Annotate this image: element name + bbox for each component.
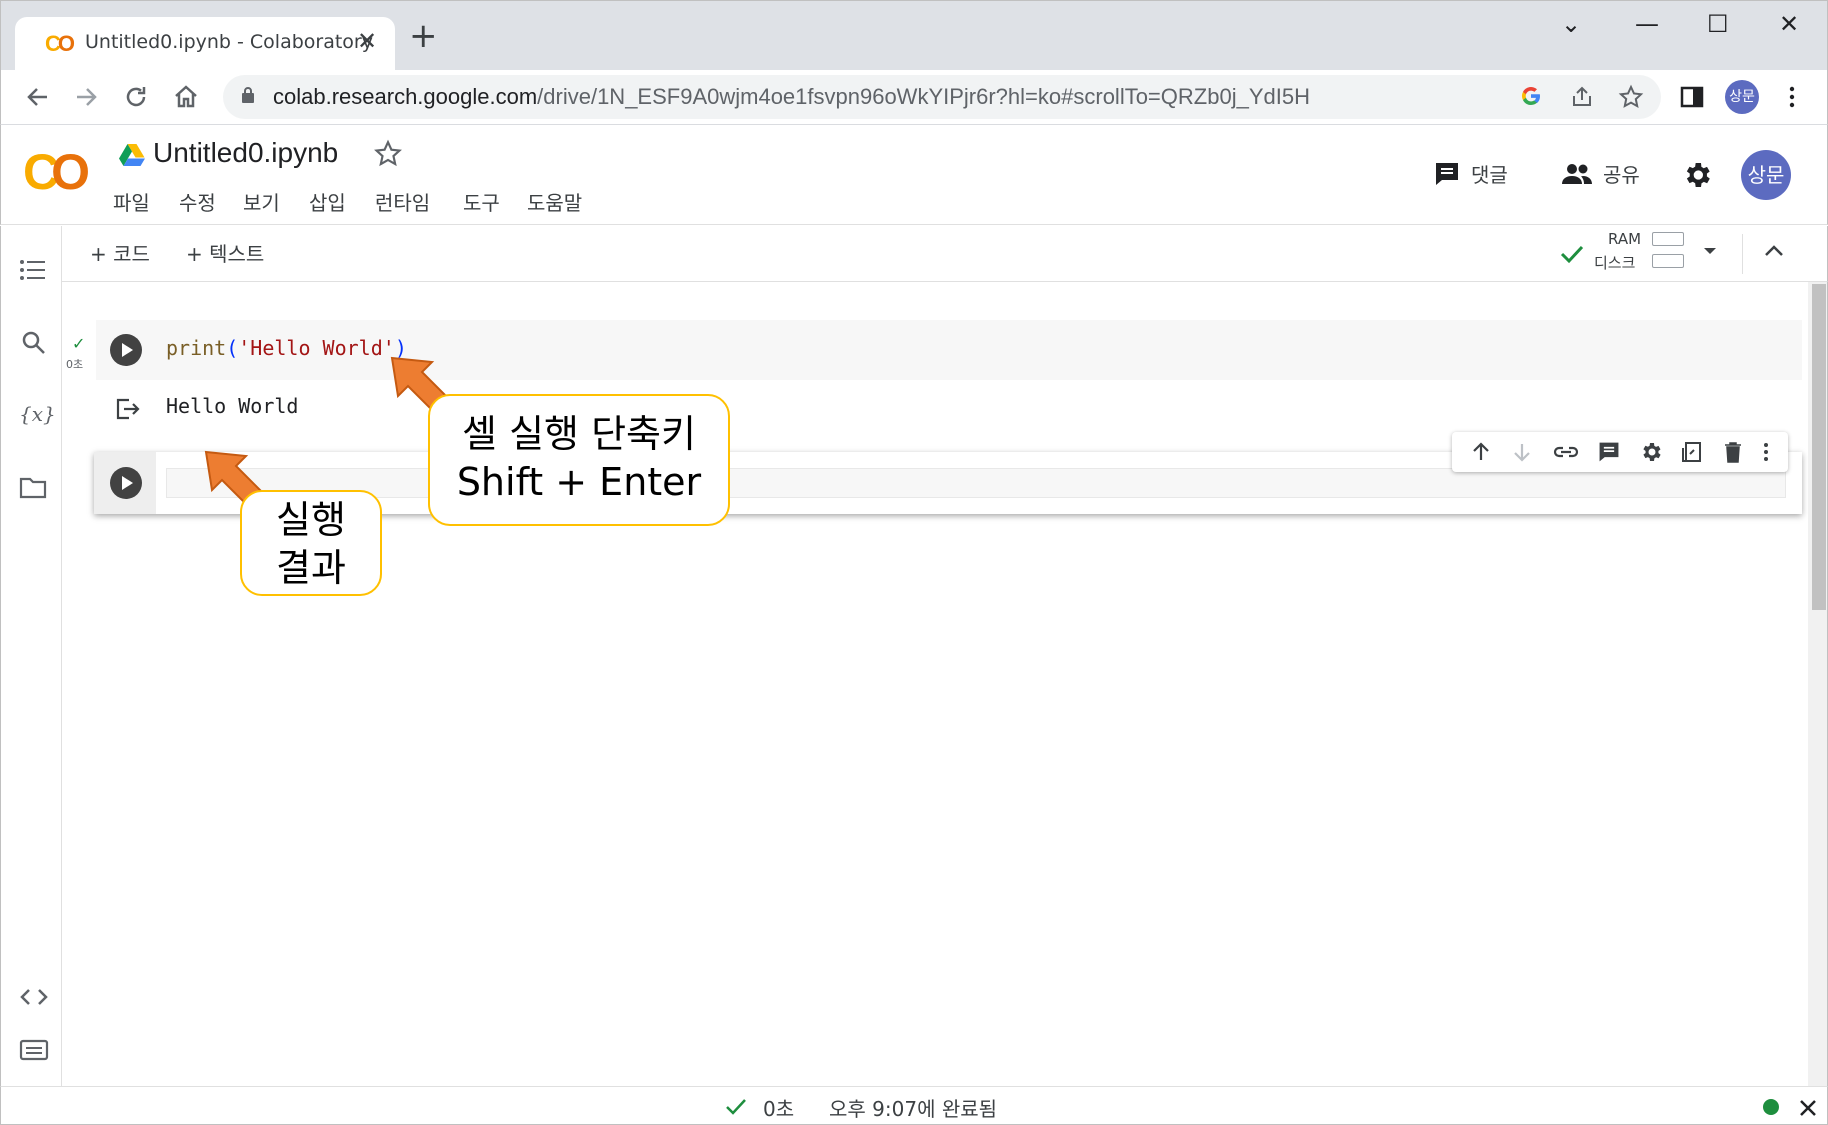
minimize-button[interactable]: — (1635, 9, 1659, 39)
connection-status-dot[interactable] (1763, 1099, 1779, 1115)
menu-help[interactable]: 도움말 (527, 187, 582, 216)
status-bar: 0초 오후 9:07에 완료됨 (0, 1086, 1828, 1125)
empty-code-editor[interactable] (166, 468, 1786, 498)
connected-check-icon[interactable] (1558, 240, 1586, 268)
comment-label: 댓글 (1471, 163, 1508, 187)
terminal-icon[interactable] (19, 1038, 49, 1062)
move-cell-down-icon[interactable] (1510, 440, 1534, 464)
comment-button[interactable]: 댓글 (1433, 159, 1508, 188)
left-sidebar: {x} (0, 226, 62, 1086)
menu-file[interactable]: 파일 (113, 187, 150, 216)
delete-cell-icon[interactable] (1722, 440, 1744, 464)
link-icon[interactable] (1552, 440, 1580, 464)
tab-close-icon[interactable]: ✕ (357, 27, 377, 55)
status-duration: 0초 (763, 1097, 795, 1121)
menu-edit[interactable]: 수정 (179, 187, 216, 216)
table-of-contents-icon[interactable] (19, 258, 47, 282)
execution-check-icon: ✓ (72, 334, 86, 353)
cell-action-toolbar (1452, 432, 1788, 472)
menu-tools[interactable]: 도구 (463, 187, 500, 216)
runtime-dropdown-icon[interactable] (1702, 246, 1718, 256)
code-snippets-icon[interactable] (19, 986, 49, 1008)
toolbar-divider (1742, 234, 1743, 274)
status-completed[interactable]: 오후 9:07에 완료됨 (829, 1093, 997, 1122)
forward-icon[interactable] (71, 82, 101, 112)
files-folder-icon[interactable] (19, 476, 47, 500)
run-cell-button[interactable] (110, 467, 142, 499)
move-cell-up-icon[interactable] (1469, 440, 1493, 464)
address-bar[interactable]: colab.research.google.com/drive/1N_ESF9A… (223, 75, 1661, 119)
more-actions-icon[interactable] (1761, 440, 1771, 464)
ram-meter[interactable] (1652, 232, 1684, 246)
cell-settings-icon[interactable] (1639, 440, 1663, 464)
colab-header: CO Untitled0.ipynb 파일 수정 보기 삽입 런타임 도구 도움… (0, 125, 1828, 225)
mirror-cell-icon[interactable] (1680, 440, 1704, 464)
home-icon[interactable] (171, 82, 201, 112)
settings-gear-icon[interactable] (1681, 159, 1713, 191)
search-icon[interactable] (21, 330, 47, 356)
account-avatar[interactable]: 상문 (1741, 150, 1791, 200)
menu-insert[interactable]: 삽입 (309, 187, 346, 216)
share-page-icon[interactable] (1569, 84, 1595, 110)
new-tab-button[interactable]: + (409, 19, 438, 53)
browser-tab-strip: CO Untitled0.ipynb - Colaboratory ✕ + ⌄ … (0, 0, 1828, 71)
execution-time: 0초 (66, 358, 84, 371)
code-editor-line[interactable]: print('Hello World') (166, 336, 407, 360)
ram-label: RAM (1608, 230, 1642, 248)
google-drive-icon[interactable] (119, 143, 145, 167)
url-text[interactable]: colab.research.google.com/drive/1N_ESF9A… (273, 84, 1310, 110)
status-close-icon[interactable] (1799, 1099, 1817, 1117)
result-callout-line2: 결과 (276, 546, 346, 590)
notebook-scrollbar[interactable] (1808, 282, 1828, 1086)
google-icon[interactable] (1519, 84, 1543, 108)
cell-output: Hello World (166, 394, 299, 418)
tab-search-icon[interactable]: ⌄ (1561, 9, 1581, 39)
scrollbar-thumb[interactable] (1812, 284, 1826, 610)
result-callout-line1: 실행 (276, 498, 346, 542)
result-callout: 실행 결과 (240, 490, 382, 596)
share-button[interactable]: 공유 (1561, 159, 1640, 188)
notebook-toolbar: + 코드 + 텍스트 RAM 디스크 (62, 226, 1828, 282)
shortcut-callout: 셀 실행 단축키 Shift + Enter (428, 394, 730, 526)
share-label: 공유 (1603, 163, 1640, 187)
menu-runtime[interactable]: 런타임 (375, 187, 430, 216)
browser-menu-icon[interactable] (1785, 84, 1799, 110)
add-text-button[interactable]: + 텍스트 (186, 238, 264, 267)
notebook-title[interactable]: Untitled0.ipynb (153, 137, 338, 169)
collapse-header-icon[interactable] (1762, 242, 1786, 258)
add-code-button[interactable]: + 코드 (90, 238, 150, 267)
browser-tab[interactable]: CO Untitled0.ipynb - Colaboratory ✕ (15, 17, 395, 71)
reload-icon[interactable] (121, 82, 151, 112)
variables-icon[interactable]: {x} (19, 402, 56, 426)
colab-favicon: CO (45, 31, 75, 56)
bookmark-star-icon[interactable] (1617, 83, 1645, 111)
window-close-button[interactable]: ✕ (1779, 9, 1799, 39)
status-check-icon (726, 1099, 746, 1115)
back-icon[interactable] (23, 82, 53, 112)
browser-toolbar: colab.research.google.com/drive/1N_ESF9A… (0, 70, 1828, 125)
disk-meter[interactable] (1652, 254, 1684, 268)
lock-icon[interactable] (241, 86, 255, 104)
browser-profile-avatar[interactable]: 상문 (1725, 80, 1759, 114)
people-icon (1562, 163, 1592, 184)
colab-logo[interactable]: CO (23, 147, 90, 197)
shortcut-callout-line1: 셀 실행 단축키 (462, 412, 696, 456)
add-comment-icon[interactable] (1597, 440, 1621, 464)
run-cell-button[interactable] (110, 334, 142, 366)
maximize-button[interactable]: ☐ (1707, 9, 1729, 39)
star-notebook-icon[interactable] (373, 139, 403, 169)
side-panel-icon[interactable] (1679, 84, 1705, 110)
tab-title: Untitled0.ipynb - Colaboratory (85, 31, 373, 53)
clear-output-icon[interactable] (114, 396, 140, 422)
shortcut-callout-line2: Shift + Enter (456, 460, 702, 504)
disk-label: 디스크 (1594, 254, 1636, 272)
comment-icon (1436, 162, 1458, 185)
menu-view[interactable]: 보기 (243, 187, 280, 216)
